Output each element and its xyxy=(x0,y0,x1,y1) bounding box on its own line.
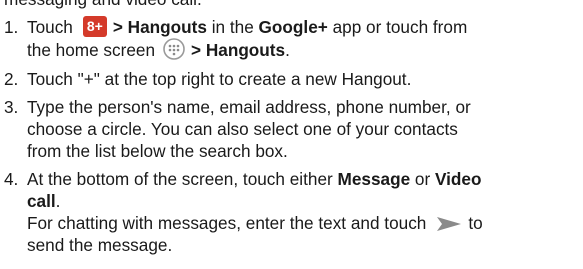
step-3-line-2: choose a circle. You can also select one… xyxy=(27,119,458,140)
step-number: 3. xyxy=(4,97,19,118)
step-4-or: or xyxy=(410,169,435,190)
step-1-line2-pre: the home screen xyxy=(27,39,156,60)
hangouts-bold-label: > Hangouts xyxy=(112,17,207,37)
send-arrow-icon xyxy=(436,215,462,231)
video-bold-label: Video xyxy=(434,169,482,190)
step-1-text-pre: Touch xyxy=(27,17,73,37)
step-3-line-3: from the list below the search box. xyxy=(27,141,288,162)
step-4-line2-end: . xyxy=(55,191,61,212)
step-1-end: . xyxy=(285,39,290,60)
step-4-line-1: At the bottom of the screen, touch eithe… xyxy=(27,168,583,190)
intro-text: messaging and video call. xyxy=(4,0,202,10)
step-number: 4. xyxy=(4,169,19,190)
step-number: 2. xyxy=(4,69,19,90)
step-number: 1. xyxy=(4,17,19,37)
step-4-line-2: call. xyxy=(27,190,583,212)
step-1: 1. Touch 8+ > Hangouts in the Google+ app … xyxy=(0,15,583,62)
step-2: 2. Touch "+" at the top right to create … xyxy=(0,68,583,90)
step-3: 3. Type the person's name, email address… xyxy=(0,96,583,162)
step-4: 4. At the bottom of the screen, touch ei… xyxy=(0,168,583,256)
step-2-text: Touch "+" at the top right to create a n… xyxy=(27,69,412,90)
step-1-text-mid1: in the xyxy=(206,17,259,37)
step-4-line1-pre: At the bottom of the screen, touch eithe… xyxy=(27,169,338,190)
instruction-page: messaging and video call. 1. Touch8+> Ha… xyxy=(0,0,583,269)
step-4-note-post: to xyxy=(468,213,483,234)
steps-list: 1. Touch 8+ > Hangouts in the Google+ app … xyxy=(0,15,583,262)
step-4-note-pre: For chatting with messages, enter the te… xyxy=(27,213,427,234)
apps-launcher-icon xyxy=(163,38,185,61)
step-3-line-1: Type the person's name, email address, p… xyxy=(27,97,471,118)
step-1-line-2: the home screen > Hangouts. xyxy=(27,38,583,62)
step-1-text-mid2: app or touch from xyxy=(327,17,468,37)
hangouts-bold-label-2: > Hangouts xyxy=(191,39,286,60)
google-plus-bold-label: Google+ xyxy=(258,17,328,37)
message-bold-label: Message xyxy=(337,169,411,190)
step-4-note-line-2: send the message. xyxy=(27,235,173,256)
step-1-line-1: Touch 8+ > Hangouts in the Google+ app or … xyxy=(27,15,583,39)
google-plus-icon: 8+ xyxy=(82,15,107,37)
call-bold-label: call xyxy=(27,191,56,212)
step-4-note-line-1: For chatting with messages, enter the te… xyxy=(27,212,583,234)
